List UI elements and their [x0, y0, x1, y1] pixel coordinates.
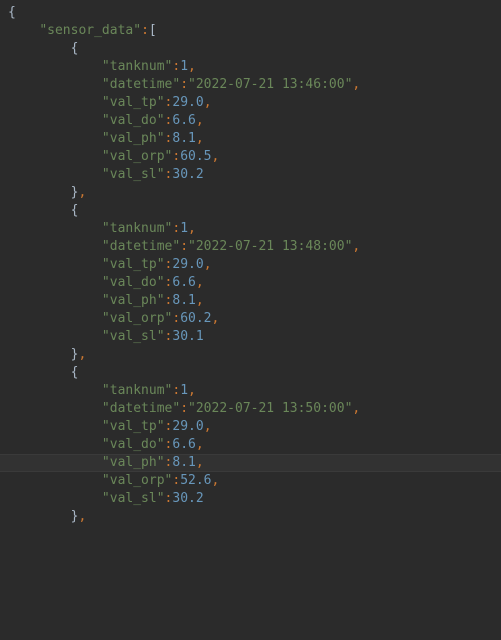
code-line: },: [0, 346, 501, 364]
code-line: "tanknum": 1,: [0, 382, 501, 400]
json-key: val_ph: [110, 292, 157, 310]
code-line: {: [0, 364, 501, 382]
code-line: "val_ph": 8.1,: [0, 130, 501, 148]
json-number-value: 1: [180, 220, 188, 238]
code-line: "val_tp": 29.0,: [0, 256, 501, 274]
code-line: "val_do": 6.6,: [0, 112, 501, 130]
json-number-value: 6.6: [172, 112, 195, 130]
json-number-value: 8.1: [172, 130, 195, 148]
json-number-value: 29.0: [172, 256, 203, 274]
json-key: val_do: [110, 274, 157, 292]
json-key: val_tp: [110, 94, 157, 112]
code-line: {: [0, 40, 501, 58]
json-key: datetime: [110, 238, 173, 256]
code-line: "val_sl": 30.2: [0, 490, 501, 508]
json-string-value: 2022-07-21 13:50:00: [196, 400, 345, 418]
code-line: },: [0, 508, 501, 526]
json-key: val_sl: [110, 490, 157, 508]
brace-close: }: [71, 508, 79, 526]
code-line: "val_tp": 29.0,: [0, 418, 501, 436]
json-key: val_do: [110, 436, 157, 454]
brace-open: {: [8, 4, 16, 22]
json-number-value: 8.1: [172, 454, 195, 472]
code-line: "val_sl": 30.2: [0, 166, 501, 184]
json-code-viewer: { "sensor_data": [ { "tanknum": 1, "date…: [0, 0, 501, 530]
json-key: val_orp: [110, 148, 165, 166]
code-line: {: [0, 4, 501, 22]
json-key: val_sl: [110, 328, 157, 346]
json-string-value: 2022-07-21 13:46:00: [196, 76, 345, 94]
json-number-value: 30.2: [172, 166, 203, 184]
code-line: "val_orp": 60.2,: [0, 310, 501, 328]
json-number-value: 29.0: [172, 94, 203, 112]
code-line: "datetime": "2022-07-21 13:48:00",: [0, 238, 501, 256]
json-key: val_ph: [110, 130, 157, 148]
code-line: },: [0, 184, 501, 202]
bracket-open: [: [149, 22, 157, 40]
json-number-value: 6.6: [172, 436, 195, 454]
brace-open: {: [71, 202, 79, 220]
brace-close: }: [71, 184, 79, 202]
json-number-value: 30.1: [172, 328, 203, 346]
code-line: "tanknum": 1,: [0, 220, 501, 238]
json-key: val_tp: [110, 256, 157, 274]
json-key: val_orp: [110, 472, 165, 490]
json-key: val_sl: [110, 166, 157, 184]
json-key: val_ph: [110, 454, 157, 472]
code-line: "val_ph": 8.1,: [0, 454, 501, 472]
code-line: "val_tp": 29.0,: [0, 94, 501, 112]
json-string-value: 2022-07-21 13:48:00: [196, 238, 345, 256]
json-key: val_orp: [110, 310, 165, 328]
json-number-value: 29.0: [172, 418, 203, 436]
json-number-value: 8.1: [172, 292, 195, 310]
code-line: "tanknum": 1,: [0, 58, 501, 76]
json-key: datetime: [110, 400, 173, 418]
code-line: "val_do": 6.6,: [0, 274, 501, 292]
code-line: {: [0, 202, 501, 220]
json-key: tanknum: [110, 382, 165, 400]
json-number-value: 30.2: [172, 490, 203, 508]
code-line: "val_do": 6.6,: [0, 436, 501, 454]
code-line: "val_orp": 60.5,: [0, 148, 501, 166]
brace-close: }: [71, 346, 79, 364]
code-line: "val_orp": 52.6,: [0, 472, 501, 490]
code-line: "datetime": "2022-07-21 13:46:00",: [0, 76, 501, 94]
json-key: datetime: [110, 76, 173, 94]
json-number-value: 52.6: [180, 472, 211, 490]
json-number-value: 1: [180, 58, 188, 76]
json-number-value: 60.2: [180, 310, 211, 328]
json-number-value: 60.5: [180, 148, 211, 166]
json-key: sensor_data: [47, 22, 133, 40]
json-key: val_tp: [110, 418, 157, 436]
code-line: "sensor_data": [: [0, 22, 501, 40]
code-line: "datetime": "2022-07-21 13:50:00",: [0, 400, 501, 418]
code-line: "val_ph": 8.1,: [0, 292, 501, 310]
brace-open: {: [71, 40, 79, 58]
json-number-value: 1: [180, 382, 188, 400]
json-key: val_do: [110, 112, 157, 130]
json-key: tanknum: [110, 58, 165, 76]
code-line: "val_sl": 30.1: [0, 328, 501, 346]
json-key: tanknum: [110, 220, 165, 238]
json-number-value: 6.6: [172, 274, 195, 292]
brace-open: {: [71, 364, 79, 382]
